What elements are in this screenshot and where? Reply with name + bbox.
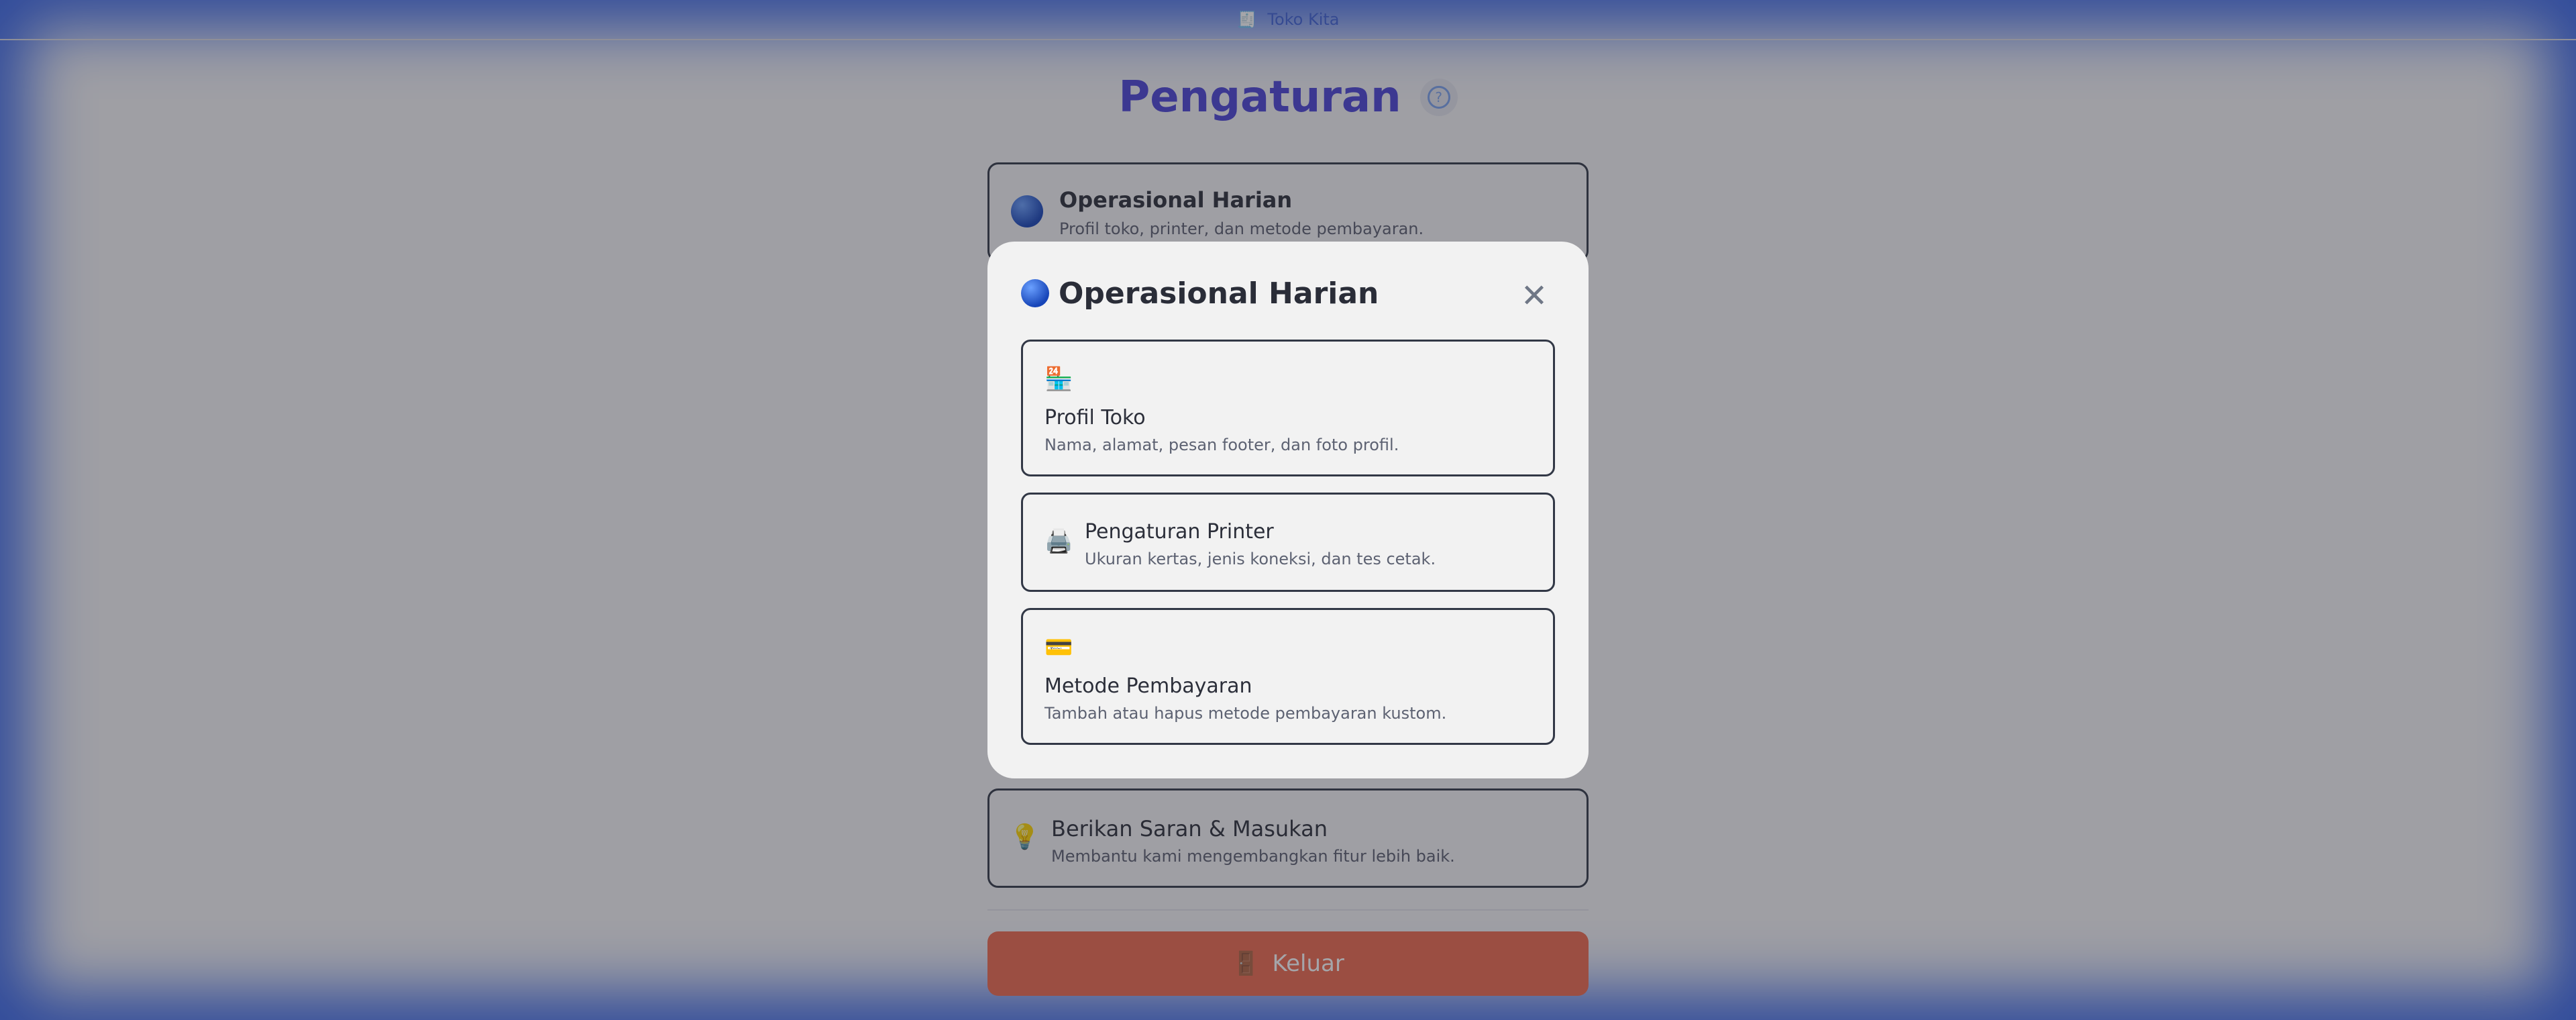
option-description: Tambah atau hapus metode pembayaran kust… (1044, 704, 1447, 723)
credit-card-icon: 💳 (1044, 634, 1073, 661)
printer-icon: 🖨️ (1044, 528, 1073, 555)
printer-settings-option[interactable]: 🖨️ Pengaturan Printer Ukuran kertas, jen… (1021, 493, 1555, 592)
option-description: Nama, alamat, pesan footer, dan foto pro… (1044, 436, 1399, 454)
store-icon: 🏪 (1044, 366, 1073, 393)
operational-modal: Operasional Harian ✕ 🏪 Profil Toko Nama,… (987, 242, 1589, 778)
option-title: Metode Pembayaran (1044, 674, 1252, 698)
globe-icon (1021, 279, 1049, 307)
modal-title: Operasional Harian (1059, 276, 1379, 311)
option-description: Ukuran kertas, jenis koneksi, dan tes ce… (1085, 550, 1436, 568)
close-icon[interactable]: ✕ (1517, 279, 1551, 313)
option-title: Profil Toko (1044, 406, 1146, 429)
app-frame: 🧾 Toko Kita Pengaturan ? Operasional Har… (0, 0, 2576, 1020)
option-title: Pengaturan Printer (1085, 520, 1274, 544)
store-profile-option[interactable]: 🏪 Profil Toko Nama, alamat, pesan footer… (1021, 340, 1555, 476)
payment-methods-option[interactable]: 💳 Metode Pembayaran Tambah atau hapus me… (1021, 608, 1555, 745)
